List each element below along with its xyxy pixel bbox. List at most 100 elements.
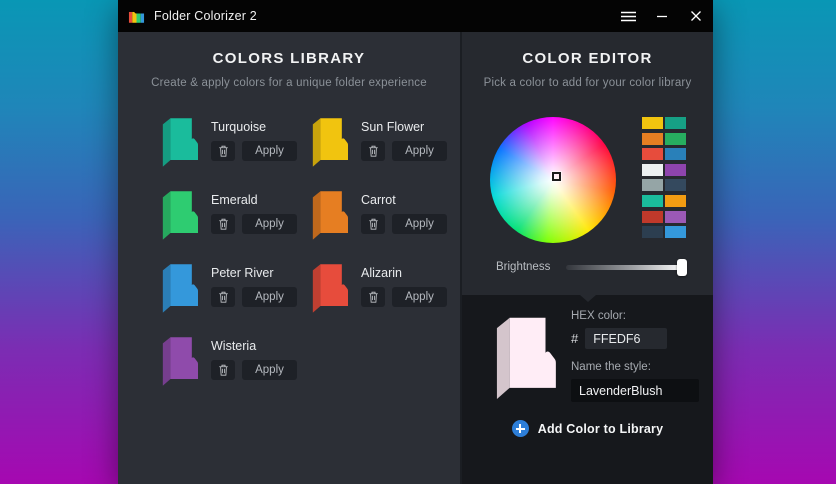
color-item-body: Emerald Apply — [211, 188, 297, 261]
trash-icon — [218, 291, 228, 303]
minimize-icon — [657, 15, 667, 18]
trash-icon — [368, 291, 378, 303]
delete-color-button[interactable] — [361, 287, 385, 307]
editor-subtitle: Pick a color to add for your color libra… — [483, 77, 692, 89]
apply-button[interactable]: Apply — [392, 214, 447, 234]
swatch-grid — [642, 117, 686, 240]
color-item-buttons: Apply — [211, 214, 297, 234]
swatch[interactable] — [642, 132, 663, 145]
brightness-slider[interactable] — [566, 258, 687, 276]
color-library-item: Turquoise Apply — [160, 115, 310, 188]
color-item-body: Wisteria Apply — [211, 334, 297, 407]
hamburger-icon — [620, 11, 636, 21]
trash-icon — [368, 218, 378, 230]
wheel-selector[interactable] — [551, 171, 562, 182]
swatch[interactable] — [642, 226, 663, 239]
delete-color-button[interactable] — [211, 287, 235, 307]
color-name: Carrot — [361, 193, 396, 207]
swatch[interactable] — [665, 117, 686, 129]
style-name-label: Name the style: — [571, 361, 651, 373]
editor-fields: HEX color: # Name the style: — [571, 310, 699, 404]
folder-preview-icon — [496, 317, 556, 399]
colors-library-panel: COLORS LIBRARY Create & apply colors for… — [118, 32, 460, 484]
folder-icon-slot — [160, 188, 198, 261]
color-name: Sun Flower — [361, 120, 425, 134]
window-title: Folder Colorizer 2 — [154, 9, 257, 23]
color-item-body: Carrot Apply — [361, 188, 447, 261]
swatch[interactable] — [642, 194, 663, 207]
editor-bottom-section: HEX color: # Name the style: Add Color t… — [462, 295, 713, 484]
swatch[interactable] — [665, 163, 686, 176]
delete-color-button[interactable] — [361, 141, 385, 161]
delete-color-button[interactable] — [211, 214, 235, 234]
window-controls — [611, 0, 713, 32]
color-wheel[interactable] — [490, 117, 616, 243]
folder-icon-slot — [310, 188, 348, 261]
minimize-button[interactable] — [645, 0, 679, 32]
swatch[interactable] — [642, 163, 663, 176]
menu-button[interactable] — [611, 0, 645, 32]
plus-icon — [511, 420, 529, 437]
editor-bottom-content: HEX color: # Name the style: — [462, 295, 713, 404]
brightness-row: Brightness — [462, 258, 713, 276]
brightness-label: Brightness — [496, 261, 551, 273]
apply-button[interactable]: Apply — [242, 360, 297, 380]
apply-button[interactable]: Apply — [242, 287, 297, 307]
slider-thumb[interactable] — [677, 258, 687, 276]
swatch[interactable] — [642, 148, 663, 161]
folder-icon-slot — [310, 115, 348, 188]
color-library-item: Carrot Apply — [310, 188, 460, 261]
folder-icon — [312, 264, 348, 313]
swatch[interactable] — [665, 179, 686, 192]
swatch[interactable] — [665, 148, 686, 161]
swatch[interactable] — [642, 117, 663, 129]
add-color-button[interactable]: Add Color to Library — [462, 420, 713, 437]
trash-icon — [368, 145, 378, 157]
folder-icon-slot — [160, 261, 198, 334]
close-icon — [691, 11, 701, 21]
folder-icon-slot — [310, 261, 348, 334]
apply-button[interactable]: Apply — [392, 287, 447, 307]
color-item-buttons: Apply — [211, 141, 297, 161]
folder-icon — [312, 191, 348, 240]
swatch[interactable] — [665, 132, 686, 145]
folder-icon — [162, 191, 198, 240]
color-item-body: Sun Flower Apply — [361, 115, 447, 188]
swatch[interactable] — [665, 194, 686, 207]
swatch[interactable] — [642, 179, 663, 192]
color-library-item: Wisteria Apply — [160, 334, 310, 407]
folder-icon — [162, 337, 198, 386]
hex-input[interactable] — [585, 328, 668, 349]
apply-button[interactable]: Apply — [392, 141, 447, 161]
color-library-item: Sun Flower Apply — [310, 115, 460, 188]
titlebar[interactable]: Folder Colorizer 2 — [118, 0, 713, 32]
folder-icon — [312, 118, 348, 167]
hex-label: HEX color: — [571, 310, 626, 322]
color-item-body: Alizarin Apply — [361, 261, 447, 334]
folder-icon — [162, 264, 198, 313]
style-name-input[interactable] — [571, 379, 699, 402]
library-title: COLORS LIBRARY — [212, 50, 366, 67]
swatch[interactable] — [665, 210, 686, 223]
folder-icon-slot — [160, 334, 198, 407]
picker-row — [462, 89, 713, 243]
swatch[interactable] — [642, 210, 663, 223]
color-item-body: Peter River Apply — [211, 261, 297, 334]
library-header: COLORS LIBRARY Create & apply colors for… — [118, 32, 460, 89]
editor-header: COLOR EDITOR Pick a color to add for you… — [462, 32, 713, 89]
color-item-buttons: Apply — [211, 287, 297, 307]
color-name: Wisteria — [211, 339, 257, 353]
delete-color-button[interactable] — [361, 214, 385, 234]
apply-button[interactable]: Apply — [242, 141, 297, 161]
delete-color-button[interactable] — [211, 360, 235, 380]
folder-preview-slot — [492, 310, 556, 404]
folder-icon-slot — [160, 115, 198, 188]
apply-button[interactable]: Apply — [242, 214, 297, 234]
color-library-item: Peter River Apply — [160, 261, 310, 334]
close-button[interactable] — [679, 0, 713, 32]
color-item-body: Turquoise Apply — [211, 115, 297, 188]
delete-color-button[interactable] — [211, 141, 235, 161]
color-name: Peter River — [211, 266, 274, 280]
swatch[interactable] — [665, 226, 686, 239]
library-subtitle: Create & apply colors for a unique folde… — [151, 77, 427, 89]
